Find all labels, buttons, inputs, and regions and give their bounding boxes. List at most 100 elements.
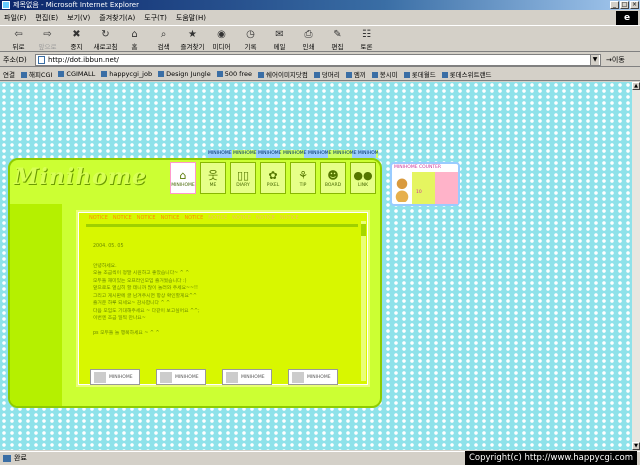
post-line: 모두들 재미있는 오프라인모임 즐거웠습니다 :) — [93, 278, 187, 284]
nav-link[interactable]: ●● LINK — [350, 162, 376, 194]
banner-label: MINIHOME — [241, 374, 265, 380]
link-item[interactable]: 롯데월드 — [404, 69, 436, 79]
menu-bar: 파일(F) 편집(E) 보기(V) 즐겨찾기(A) 도구(T) 도움말(H) — [0, 11, 640, 24]
toolbar-button-9[interactable]: ✉ 메일 — [265, 28, 294, 51]
menu-edit[interactable]: 편집(E) — [35, 13, 58, 23]
forward-arrow-icon: ⇨ — [43, 29, 52, 40]
toolbar-button-4[interactable]: ⌂ 홈 — [120, 28, 149, 51]
toolbar-button-1[interactable]: ⇨ 앞으로 — [33, 28, 62, 51]
post-date: 2004. 05. 05 — [93, 244, 124, 249]
post-line: ps 모두들 늘 행복하세요 ~ ^ ^ — [93, 331, 160, 336]
nav-diary[interactable]: ▯▯ DIARY — [230, 162, 256, 194]
address-bar: 주소(D) http://dot.ibbun.net/ ▼ →이동 — [0, 53, 640, 67]
standard-toolbar: ⇦ 뒤로 ⇨ 앞으로 ✖ 중지 ↻ 새로고침 ⌂ 홈 ⌕ 검색 ★ 즐겨찾기 ◉ 미디어 ◷ 기록 ✉ 메일 ⎙ 인쇄 ✎ 편… — [0, 25, 640, 52]
notice-link[interactable]: NOTICE — [280, 215, 299, 221]
toolbar-button-11[interactable]: ✎ 편집 — [323, 28, 352, 51]
link-item[interactable]: 롯데스위트랜드 — [442, 69, 492, 79]
menu-file[interactable]: 파일(F) — [4, 13, 26, 23]
mini-banner[interactable]: MINIHOME — [288, 369, 338, 385]
notice-link[interactable]: NOTICE — [137, 215, 156, 221]
nav-pixel[interactable]: ✿ PIXEL — [260, 162, 286, 194]
link-item[interactable]: CGIMALL — [58, 70, 95, 78]
mini-banner[interactable]: MINIHOME — [90, 369, 140, 385]
toolbar-button-3[interactable]: ↻ 새로고침 — [91, 28, 120, 51]
notice-link[interactable]: NOTICE — [208, 215, 227, 221]
nav-me-icon: 웃 — [207, 168, 219, 182]
menu-tools[interactable]: 도구(T) — [144, 13, 167, 23]
nav-diary-icon: ▯▯ — [236, 168, 250, 182]
toolbar-button-12[interactable]: ☷ 토론 — [352, 28, 381, 51]
menu-favorites[interactable]: 즐겨찾기(A) — [99, 13, 135, 23]
banner-thumb-icon — [94, 371, 106, 383]
nav-label: BOARD — [324, 182, 342, 188]
toolbar-button-7[interactable]: ◉ 미디어 — [207, 28, 236, 51]
minimize-button[interactable]: _ — [610, 1, 619, 9]
notice-link[interactable]: NOTICE — [256, 215, 275, 221]
toolbar-label: 홈 — [131, 43, 138, 51]
mini-banner[interactable]: MINIHOME — [222, 369, 272, 385]
content-scrollbar[interactable] — [361, 221, 366, 381]
notice-link[interactable]: NOTICE — [161, 215, 180, 221]
spinning-top-icon — [395, 176, 409, 202]
scroll-down-icon[interactable]: ▼ — [632, 442, 640, 450]
window-titlebar: 제목없음 - Microsoft Internet Explorer _ □ × — [0, 0, 640, 10]
links-label: 연결 — [3, 71, 15, 79]
toolbar-button-2[interactable]: ✖ 중지 — [62, 28, 91, 51]
menu-help[interactable]: 도움말(H) — [176, 13, 206, 23]
toolbar-label: 검색 — [157, 43, 170, 51]
post-line: 오늘 조금씩이 정말 시원하고 좋았습니다~ ^ ^ — [93, 271, 190, 276]
nav-me[interactable]: 웃 ME — [200, 162, 226, 194]
link-item[interactable]: happycgi_job — [101, 70, 152, 78]
toolbar-button-0[interactable]: ⇦ 뒤로 — [4, 28, 33, 51]
scroll-up-icon[interactable]: ▲ — [632, 82, 640, 90]
toolbar-label: 뒤로 — [12, 43, 25, 51]
ie-logo-icon: e — [616, 11, 638, 26]
toolbar-button-5[interactable]: ⌕ 검색 — [149, 28, 178, 51]
nav-board-icon: ☻ — [327, 168, 339, 182]
nav-minihome[interactable]: ⌂ MINIHOME — [170, 162, 196, 194]
address-url: http://dot.ibbun.net/ — [48, 56, 119, 64]
toolbar-button-10[interactable]: ⎙ 인쇄 — [294, 28, 323, 51]
link-item[interactable]: 엠끼 — [346, 69, 366, 79]
stop-icon: ✖ — [72, 29, 81, 40]
link-item[interactable]: 봉시미 — [372, 69, 398, 79]
nav-pixel-icon: ✿ — [268, 168, 278, 182]
link-item[interactable]: 500 free — [217, 70, 252, 78]
link-item[interactable]: 해피CGI — [21, 69, 52, 79]
toolbar-button-8[interactable]: ◷ 기록 — [236, 28, 265, 51]
web-page: ♣ Minihome ⌂MINIHOME웃ME▯▯DIARY✿PIXEL⚘TIP… — [0, 82, 632, 450]
nav-board[interactable]: ☻ BOARD — [320, 162, 346, 194]
mini-banner[interactable]: MINIHOME — [156, 369, 206, 385]
counter-value: 10 — [416, 190, 422, 195]
maximize-button[interactable]: □ — [620, 1, 629, 9]
nav-label: TIP — [299, 182, 307, 188]
address-input[interactable]: http://dot.ibbun.net/ ▼ — [35, 54, 601, 66]
content-panel: NOTICE NOTICE NOTICE NOTICE NOTICE NOTICE NOTI… — [78, 212, 368, 385]
close-button[interactable]: × — [630, 1, 639, 9]
nav-tip[interactable]: ⚘ TIP — [290, 162, 316, 194]
favorites-icon: ★ — [188, 29, 197, 40]
menu-view[interactable]: 보기(V) — [67, 13, 90, 23]
notice-strip: NOTICE NOTICE NOTICE NOTICE NOTICE NOTICE NOTI… — [89, 215, 299, 221]
address-dropdown-icon[interactable]: ▼ — [590, 55, 599, 65]
go-button[interactable]: →이동 — [606, 55, 625, 65]
post-body: 2004. 05. 05 안녕하세요. 오늘 조금씩이 정말 시원하고 좋았습니다… — [93, 243, 343, 338]
post-line — [93, 323, 343, 331]
post-line: 즐거운 하루 되세요~ 감사합니다 ^ ^ — [93, 301, 171, 306]
scroll-thumb[interactable] — [361, 224, 366, 236]
refresh-icon: ↻ — [101, 29, 110, 40]
link-item[interactable]: 쉐어이미지닷컴 — [258, 69, 308, 79]
notice-link[interactable]: NOTICE — [232, 215, 251, 221]
notice-link[interactable]: NOTICE — [89, 215, 108, 221]
toolbar-button-6[interactable]: ★ 즐겨찾기 — [178, 28, 207, 51]
minihome-nav: ⌂ MINIHOME 웃 ME ▯▯ DIARY ✿ PIXEL ⚘ TIP ☻ BOARD ●● LIN… — [170, 162, 376, 194]
link-item[interactable]: 덩머리 — [314, 69, 340, 79]
notice-link[interactable]: NOTICE — [113, 215, 132, 221]
banner-label: MINIHOME — [109, 374, 133, 380]
page-scrollbar[interactable]: ▲ ▼ — [632, 82, 640, 450]
window-title: 제목없음 - Microsoft Internet Explorer — [13, 1, 139, 9]
notice-link[interactable]: NOTICE — [184, 215, 203, 221]
link-item[interactable]: Design Jungle — [158, 70, 211, 78]
nav-minihome-icon: ⌂ — [179, 168, 187, 182]
nav-tip-icon: ⚘ — [298, 168, 308, 182]
